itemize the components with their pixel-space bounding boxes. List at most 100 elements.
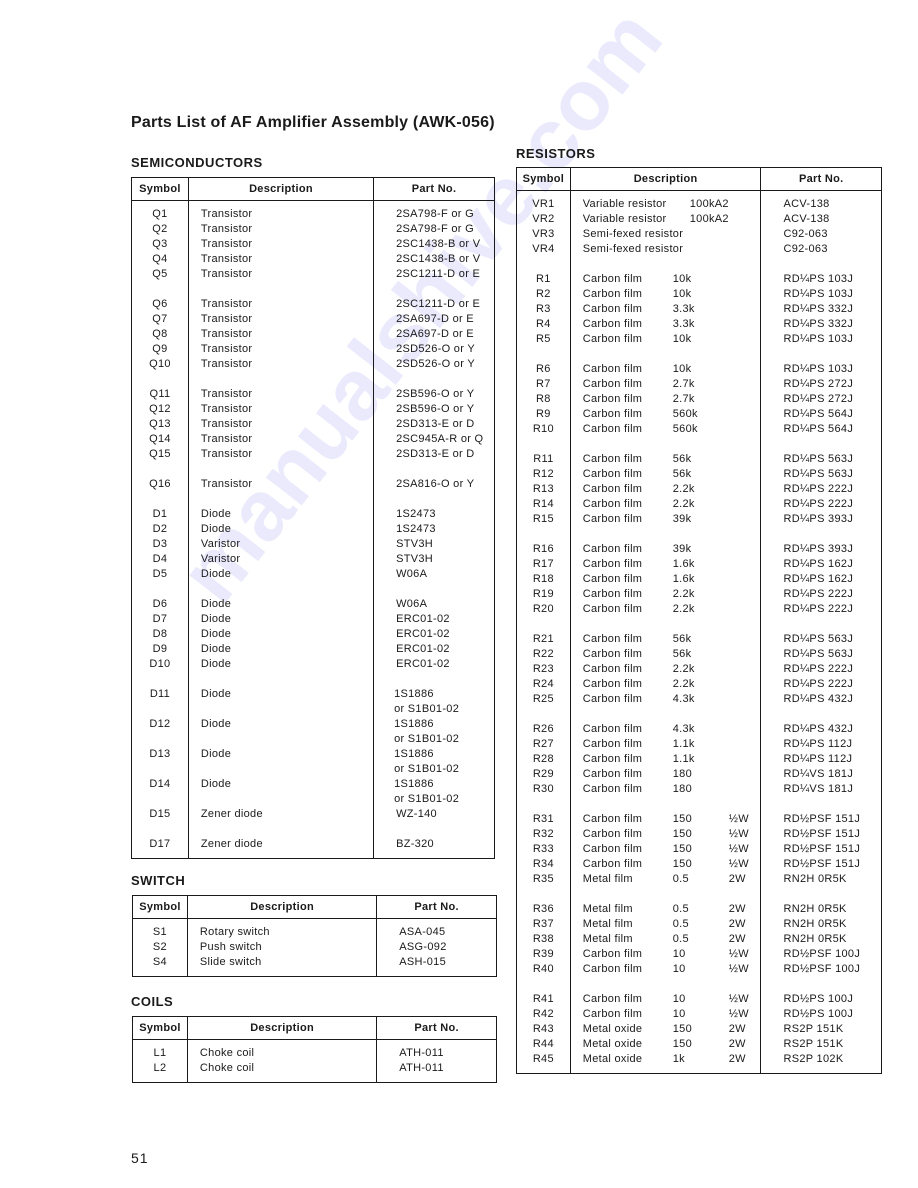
part-no-text: ERC01-02 [396, 643, 450, 655]
part-no-text: RD¼PS 103J [783, 288, 854, 300]
value-text: 39k [672, 513, 692, 525]
wattage-text: ½W [728, 858, 749, 870]
table-row: R12 Carbon film 56k RD¼PS 563J [517, 467, 882, 482]
description-cell: Diode [187, 567, 374, 582]
description-header: Description [569, 167, 761, 191]
symbol-cell: VR1 [532, 198, 555, 210]
part-no-cell: RD¼PS 222J [760, 497, 882, 512]
description-cell: Carbon film 39k [569, 527, 761, 557]
part-no-text: 2SC1211-D or E [396, 298, 481, 310]
wattage-text: 2W [728, 873, 746, 885]
description-text: Carbon film [582, 408, 643, 420]
part-no-cell: 2SD313-E or D [373, 417, 495, 432]
table-row: D5 Diode W06A [132, 567, 495, 582]
part-no-text: 2SA697-D or E [396, 328, 474, 340]
description-text: Carbon film [582, 303, 643, 315]
part-no-text: RD¼PS 103J [783, 273, 854, 285]
symbol-cell: D10 [149, 658, 171, 670]
table-row: Q11 Transistor 2SB596-O or Y [132, 372, 495, 402]
value-text: 10k [672, 333, 692, 345]
table-row: R28 Carbon film 1.1k RD¼PS 112J [517, 752, 882, 767]
table-row: R5 Carbon film 10k RD¼PS 103J [517, 332, 882, 347]
part-no-text: RN2H 0R5K [783, 933, 847, 945]
wattage-text: 2W [728, 1038, 746, 1050]
table-row: Q5 Transistor 2SC1211-D or E [132, 267, 495, 282]
description-text: Carbon film [582, 588, 643, 600]
description-cell: Carbon film 150 ½W [569, 842, 761, 857]
value-text: 1.1k [672, 753, 695, 765]
description-cell: Carbon film 2.2k [569, 482, 761, 497]
description-cell: Variable resistor 100kA2 [569, 212, 761, 227]
part-no-text: RD¼PS 222J [783, 603, 854, 615]
symbol-cell: Q12 [149, 403, 171, 415]
table-row: R1 Carbon film 10k RD¼PS 103J [517, 257, 882, 287]
symbol-cell: R4 [536, 318, 551, 330]
page-title: Parts List of AF Amplifier Assembly (AWK… [131, 114, 495, 131]
description-cell: Carbon film 39k [569, 512, 761, 527]
description-cell: Varistor [187, 552, 374, 567]
part-no-text: RD¼VS 181J [783, 768, 854, 780]
part-no-cell: WZ-140 [373, 807, 495, 822]
description-text: Metal film [582, 903, 633, 915]
description-cell: Diode [187, 777, 374, 807]
table-row: R44 Metal oxide 150 2W RS2P 151K [517, 1037, 882, 1052]
symbol-cell: R30 [532, 783, 554, 795]
value-text: 4.3k [672, 723, 695, 735]
symbol-cell: R39 [532, 948, 554, 960]
part-no-text: RD¼PS 563J [783, 468, 854, 480]
part-no-text: RD¼PS 222J [783, 588, 854, 600]
part-no-text: 2SD526-O or Y [396, 358, 475, 370]
part-no-cell: RD¼PS 103J [760, 257, 882, 287]
description-cell: Metal oxide 150 2W [569, 1037, 761, 1052]
symbol-cell: D8 [152, 628, 168, 640]
description-cell: Transistor [187, 267, 374, 282]
part-no-cell: 1S1886 or S1B01-02 [373, 672, 495, 717]
symbol-cell: R43 [532, 1023, 554, 1035]
description-text: Metal oxide [582, 1038, 643, 1050]
value-text: 0.5 [672, 918, 689, 930]
description-cell: Choke coil [186, 1039, 377, 1061]
symbol-cell: Q3 [152, 238, 168, 250]
symbol-cell: R24 [532, 678, 554, 690]
part-no-cell: RD¼PS 222J [760, 587, 882, 602]
part-no-text: 2SC1438-B or V [396, 253, 481, 265]
symbol-cell: D2 [152, 523, 168, 535]
symbol-cell: R38 [532, 933, 554, 945]
table-row: R36 Metal film 0.5 2W RN2H 0R5K [517, 887, 882, 917]
value-text: 2.2k [672, 678, 695, 690]
symbol-cell: R44 [532, 1038, 554, 1050]
symbol-cell: R5 [536, 333, 551, 345]
table-row: R41 Carbon film 10 ½W RD½PS 100J [517, 977, 882, 1007]
part-no-text: RD¼PS 272J [783, 393, 854, 405]
part-no-cell: C92-063 [760, 242, 882, 257]
description-cell: Diode [187, 627, 374, 642]
part-no-cell: ATH-011 [376, 1039, 497, 1061]
value-text: 56k [672, 648, 692, 660]
description-text: Variable resistor [582, 198, 667, 210]
part-no-text: 2SB596-O or Y [396, 388, 475, 400]
table-row: R45 Metal oxide 1k 2W RS2P 102K [517, 1052, 882, 1074]
part-no-text: RD½PSF 100J [783, 948, 861, 960]
symbol-cell: R10 [532, 423, 554, 435]
part-no-cell: RD½PS 100J [760, 977, 882, 1007]
part-no-text: RD¼PS 103J [783, 333, 854, 345]
symbol-cell: D5 [152, 568, 168, 580]
description-cell: Transistor [187, 252, 374, 267]
table-row: Q3 Transistor 2SC1438-B or V [132, 237, 495, 252]
part-no-cell: RS2P 151K [760, 1037, 882, 1052]
wattage-text: 2W [728, 1053, 746, 1065]
description-text: Carbon film [582, 603, 643, 615]
part-no-cell: STV3H [373, 537, 495, 552]
description-cell: Transistor [187, 462, 374, 492]
value-text: 560k [672, 408, 698, 420]
symbol-cell: R31 [532, 813, 554, 825]
table-row: R25 Carbon film 4.3k RD¼PS 432J [517, 692, 882, 707]
part-no-cell: RD¼PS 563J [760, 437, 882, 467]
part-no-cell: ATH-011 [376, 1061, 497, 1083]
coils-table: Symbol Description Part No. L1 Choke coil… [132, 1016, 497, 1083]
part-no-cell: RD½PSF 151J [760, 827, 882, 842]
symbol-header: Symbol [516, 167, 571, 191]
part-no-text: 1S1886 [394, 688, 434, 700]
part-no-text: RN2H 0R5K [783, 873, 847, 885]
description-cell: Carbon film 180 [569, 767, 761, 782]
